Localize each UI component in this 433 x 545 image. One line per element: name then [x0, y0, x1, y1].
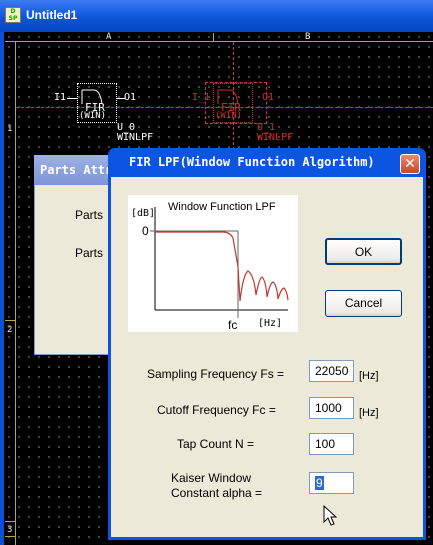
parts-label-1: Parts [75, 208, 104, 222]
block-u0-output-label: O1 [124, 92, 137, 103]
fc-unit: [Hz] [359, 407, 379, 419]
app-icon-text-top: D [10, 8, 16, 15]
block-u1-symbol-sub: (WIN) [215, 111, 243, 121]
row-label-2: 2 [7, 325, 13, 335]
app-icon-text-bottom: SP [8, 15, 18, 22]
column-divider [213, 33, 214, 42]
graph-y-unit: [dB] [131, 208, 156, 219]
parts-attr-title: Parts Attr [40, 163, 113, 177]
dsp-app-icon[interactable]: D SP [5, 7, 21, 23]
kaiser-label-line2: Constant alpha = [171, 486, 263, 500]
mouse-cursor-icon [323, 505, 337, 526]
column-label-b: B [305, 32, 311, 42]
graph-title: Window Function LPF [168, 201, 276, 213]
ok-button[interactable]: OK [325, 238, 402, 265]
sheet-border-left [15, 41, 16, 545]
block-u1-type: WINLPF [257, 132, 294, 143]
parts-label-2: Parts [75, 246, 104, 260]
graph-y-zero: 0 [142, 224, 149, 238]
tap-count-label: Tap Count N = [177, 437, 255, 451]
fs-input[interactable]: 22050 [309, 360, 354, 382]
tap-count-input[interactable]: 100 [309, 433, 354, 455]
row-divider-1 [5, 320, 16, 321]
block-u0-input-wire [67, 98, 77, 99]
row-label-3: 3 [7, 525, 13, 535]
block-u1-output-label: O1 [262, 92, 275, 103]
graph-fc-marker: fc [228, 318, 238, 332]
row-label-1: 1 [7, 124, 13, 134]
fc-input[interactable]: 1000 [309, 397, 354, 419]
graph-x-unit: [Hz] [258, 318, 283, 329]
sheet-border-top [5, 41, 433, 42]
close-button[interactable]: ✕ [400, 154, 420, 174]
kaiser-label-line1: Kaiser Window [171, 471, 252, 485]
cancel-button[interactable]: Cancel [325, 290, 402, 317]
fir-dialog-title: FIR LPF(Window Function Algorithm) [129, 155, 375, 169]
row-divider-2 [5, 521, 16, 522]
block-u1-symbol[interactable]: FIR (WIN) [213, 83, 253, 123]
fs-unit: [Hz] [359, 370, 379, 382]
block-u0-symbol[interactable]: FIR (WIN) [77, 83, 117, 123]
kaiser-alpha-input[interactable]: 9 [309, 472, 354, 494]
block-u0-type: WINLPF [117, 132, 154, 143]
window-function-graph: Window Function LPF [dB] 0 fc [Hz] [128, 195, 298, 332]
window-title: Untitled1 [26, 8, 78, 22]
kaiser-alpha-value: 9 [315, 476, 324, 490]
block-u0-symbol-sub: (WIN) [79, 111, 107, 121]
fc-label: Cutoff Frequency Fc = [157, 403, 276, 417]
close-icon: ✕ [404, 156, 416, 172]
block-u0-input-label: I1 [54, 92, 67, 103]
fs-label: Sampling Frequency Fs = [147, 367, 285, 381]
column-label-a: A [106, 32, 112, 42]
row-divider-3 [5, 536, 16, 537]
